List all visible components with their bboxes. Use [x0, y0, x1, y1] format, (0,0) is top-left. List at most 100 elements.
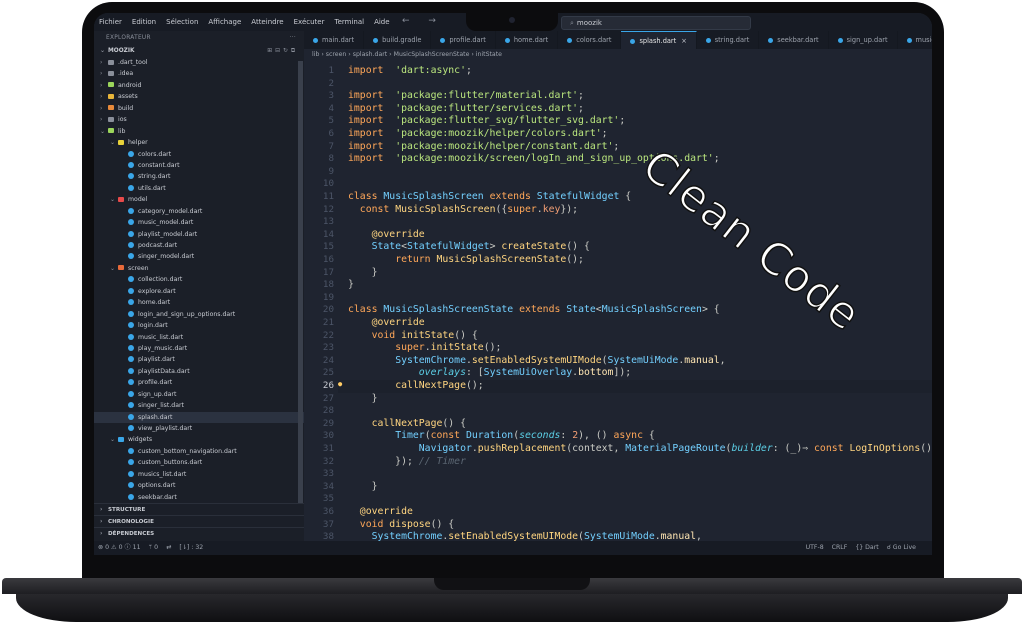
close-icon[interactable]: ×	[681, 37, 687, 45]
folder-item[interactable]: ⌄ helper	[94, 137, 304, 148]
menu-item-affichage[interactable]: Affichage	[203, 18, 246, 26]
history-nav-arrows[interactable]: ← →	[402, 16, 444, 26]
sidebar-section-chronologie[interactable]: › CHRONOLOGIE	[94, 515, 304, 527]
folder-item[interactable]: › ios	[94, 114, 304, 125]
code-token: {	[642, 430, 655, 442]
file-item[interactable]: music_list.dart	[94, 332, 304, 343]
folder-item[interactable]: ⌄ lib	[94, 126, 304, 137]
folder-item[interactable]: › assets	[94, 91, 304, 102]
command-center-search[interactable]: ⌕ moozik	[561, 16, 751, 30]
tree-item-label: splash.dart	[138, 413, 173, 421]
file-item[interactable]: login.dart	[94, 320, 304, 331]
tree-item-label: sign_up.dart	[138, 390, 177, 398]
dart-file-icon	[128, 379, 134, 386]
folder-item[interactable]: › build	[94, 103, 304, 114]
status-item[interactable]: ⇄	[166, 544, 171, 551]
menu-item-exécuter[interactable]: Exécuter	[289, 18, 330, 26]
file-item[interactable]: view_playlist.dart	[94, 423, 304, 434]
file-item[interactable]: utils.dart	[94, 183, 304, 194]
file-item[interactable]: musics_list.dart	[94, 469, 304, 480]
status-item[interactable]: ☌ Go Live	[887, 544, 916, 551]
explorer-toolbar-icons[interactable]: ⊞⊟↻⧉	[267, 45, 298, 57]
code-token: ;	[601, 128, 608, 139]
folder-item[interactable]: ⌄ widgets	[94, 434, 304, 445]
code-token: setEnabledSystemUIMode	[471, 354, 602, 366]
file-item[interactable]: splash.dart	[94, 411, 304, 423]
tree-item-label: playlist.dart	[138, 356, 175, 364]
file-item[interactable]: music_model.dart	[94, 217, 304, 228]
menu-item-terminal[interactable]: Terminal	[329, 18, 369, 26]
file-item[interactable]: login_and_sign_up_options.dart	[94, 309, 304, 320]
menu-item-atteindre[interactable]: Atteindre	[246, 18, 288, 26]
status-item[interactable]: {} Dart	[855, 544, 878, 551]
status-item[interactable]: [⇂] : 32	[179, 544, 203, 551]
file-item[interactable]: singer_model.dart	[94, 251, 304, 262]
tab-string-dart[interactable]: string.dart	[697, 31, 760, 49]
tab-colors-dart[interactable]: colors.dart	[558, 31, 622, 49]
menu-item-sélection[interactable]: Sélection	[161, 18, 203, 26]
file-item[interactable]: string.dart	[94, 171, 304, 182]
status-item[interactable]: UTF-8	[806, 544, 824, 551]
file-item[interactable]: home.dart	[94, 297, 304, 308]
workspace-root[interactable]: ⌄ MOOZIK ⊞⊟↻⧉	[94, 45, 304, 57]
tab-home-dart[interactable]: home.dart	[496, 31, 559, 49]
folder-item[interactable]: ⌄ model	[94, 194, 304, 205]
tab-musics_[interactable]: musics_	[898, 31, 932, 49]
folder-item[interactable]: › .dart_tool	[94, 57, 304, 68]
code-token: Navigator	[418, 443, 472, 454]
tree-item-label: .dart_tool	[118, 59, 148, 66]
more-actions-button[interactable]: ···	[290, 31, 296, 45]
tree-item-label: view_playlist.dart	[138, 425, 193, 432]
tree-item-label: playlistData.dart	[138, 367, 190, 375]
tree-item-label: android	[118, 81, 142, 89]
status-item[interactable]: ᛘ 0	[149, 544, 159, 551]
menu-item-edition[interactable]: Edition	[127, 18, 161, 26]
sidebar-section-structure[interactable]: › STRUCTURE	[94, 503, 304, 515]
breadcrumb[interactable]: lib › screen › splash.dart › MusicSplash…	[304, 49, 932, 61]
file-item[interactable]: play_music.dart	[94, 343, 304, 354]
code-token: ;	[619, 115, 626, 127]
folder-item[interactable]: › android	[94, 80, 304, 91]
file-item[interactable]: singer_list.dart	[94, 400, 304, 411]
file-item[interactable]: podcast.dart	[94, 240, 304, 251]
file-item[interactable]: custom_bottom_navigation.dart	[94, 446, 304, 457]
sidebar-scrollbar[interactable]	[298, 61, 303, 503]
code-token: }	[348, 392, 378, 404]
code-line: 6 import 'package:moozik/helper/colors.da…	[304, 128, 932, 141]
file-item[interactable]: explore.dart	[94, 286, 304, 297]
tab-profile-dart[interactable]: profile.dart	[431, 31, 496, 49]
tab-splash-dart[interactable]: splash.dart ×	[621, 31, 697, 49]
code-line: 30 Timer(const Duration(seconds: 2), () …	[304, 430, 932, 443]
menu-item-fichier[interactable]: Fichier	[94, 18, 127, 26]
status-item[interactable]: CRLF	[832, 544, 848, 551]
sidebar-section-dépendences[interactable]: › DÉPENDENCES	[94, 527, 304, 539]
file-item[interactable]: custom_buttons.dart	[94, 457, 304, 468]
line-number: 17	[322, 266, 334, 278]
status-item[interactable]: ⊗ 0 ⚠ 0 ⓘ 11	[98, 544, 141, 551]
file-item[interactable]: category_model.dart	[94, 206, 304, 217]
tab-sign_up-dart[interactable]: sign_up.dart	[829, 31, 898, 49]
folder-item[interactable]: ⌄ screen	[94, 263, 304, 274]
code-token: key	[542, 203, 561, 215]
code-line: 23 super.initState();	[304, 342, 932, 355]
camera-notch	[466, 13, 558, 31]
dart-file-icon	[128, 287, 134, 294]
file-item[interactable]: collection.dart	[94, 274, 304, 285]
file-item[interactable]: constant.dart	[94, 160, 304, 171]
file-item[interactable]: colors.dart	[94, 149, 304, 160]
folder-item[interactable]: › .idea	[94, 68, 304, 79]
file-item[interactable]: options.dart	[94, 480, 304, 491]
tab-build-gradle[interactable]: build.gradle	[364, 31, 432, 49]
code-editor[interactable]: 1 import 'dart:async'; 2 3 import 'package:f…	[304, 61, 932, 541]
menu-item-aide[interactable]: Aide	[369, 18, 394, 26]
file-item[interactable]: sign_up.dart	[94, 389, 304, 400]
code-text: }	[348, 393, 378, 406]
file-item[interactable]: profile.dart	[94, 377, 304, 388]
file-item[interactable]: playlist_model.dart	[94, 229, 304, 240]
file-item[interactable]: seekbar.dart	[94, 492, 304, 503]
tab-main-dart[interactable]: main.dart	[304, 31, 365, 49]
tab-seekbar-dart[interactable]: seekbar.dart	[759, 31, 829, 49]
file-item[interactable]: playlistData.dart	[94, 366, 304, 377]
file-item[interactable]: playlist.dart	[94, 354, 304, 365]
